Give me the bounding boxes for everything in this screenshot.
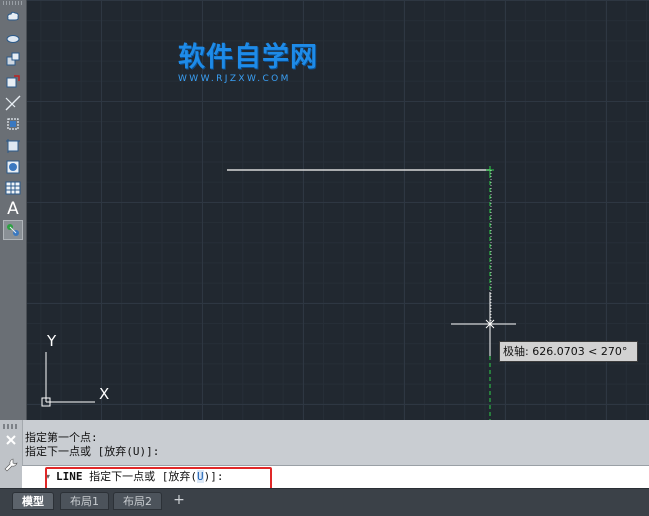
history-line: 指定下一点或 [放弃(U)]: — [25, 445, 160, 458]
insert-block-icon — [7, 118, 19, 130]
add-layout-button[interactable]: + — [170, 492, 188, 510]
multiline-text-button[interactable]: A — [3, 199, 23, 219]
revision-cloud-icon — [7, 11, 19, 21]
wrench-icon[interactable] — [3, 457, 19, 473]
history-line: 指定第一个点: — [25, 431, 98, 444]
spline-icon — [6, 35, 20, 43]
region-icon — [6, 160, 20, 174]
logo-title: 软件自学网 — [178, 42, 318, 73]
ellipse-arc-button[interactable] — [3, 71, 23, 91]
ellipse-button[interactable] — [3, 49, 23, 69]
tracking-point-marker — [486, 166, 494, 174]
draw-toolbar: A — [0, 0, 27, 420]
ellipse-arc-icon — [6, 75, 20, 88]
watermark-logo: 软件自学网 WWW.RJZXW.COM — [178, 42, 328, 85]
add-selected-icon — [7, 224, 19, 236]
spline-button[interactable] — [3, 28, 23, 48]
command-window-grip[interactable] — [3, 424, 19, 429]
polar-tracking-tooltip: 极轴: 626.0703 < 270° — [499, 341, 638, 362]
construction-line-button[interactable] — [3, 93, 23, 113]
add-selected-button[interactable] — [3, 220, 23, 240]
construction-line-icon — [5, 95, 21, 111]
region-button[interactable] — [3, 157, 23, 177]
layout-tab-bar: 模型 布局1 布局2 + — [0, 488, 649, 516]
make-block-button[interactable] — [3, 136, 23, 156]
ellipse-icon — [6, 52, 20, 66]
logo-subtitle: WWW.RJZXW.COM — [178, 74, 291, 84]
make-block-icon — [6, 139, 20, 153]
tab-layout1[interactable]: 布局1 — [60, 492, 109, 510]
toolbar-grip[interactable] — [3, 1, 23, 5]
revision-cloud-button[interactable] — [3, 6, 23, 26]
tab-layout2[interactable]: 布局2 — [113, 492, 162, 510]
table-icon — [5, 181, 21, 195]
ucs-y-label: Y — [47, 332, 57, 350]
tab-model[interactable]: 模型 — [12, 492, 54, 510]
command-window-sidebar — [0, 420, 23, 488]
insert-block-button[interactable] — [3, 114, 23, 134]
ucs-icon — [41, 352, 95, 407]
close-icon[interactable] — [4, 433, 18, 447]
multiline-text-icon: A — [7, 199, 19, 219]
ucs-x-label: X — [99, 385, 110, 403]
table-button[interactable] — [3, 178, 23, 198]
command-history: 指定第一个点: 指定下一点或 [放弃(U)]: — [25, 431, 645, 459]
